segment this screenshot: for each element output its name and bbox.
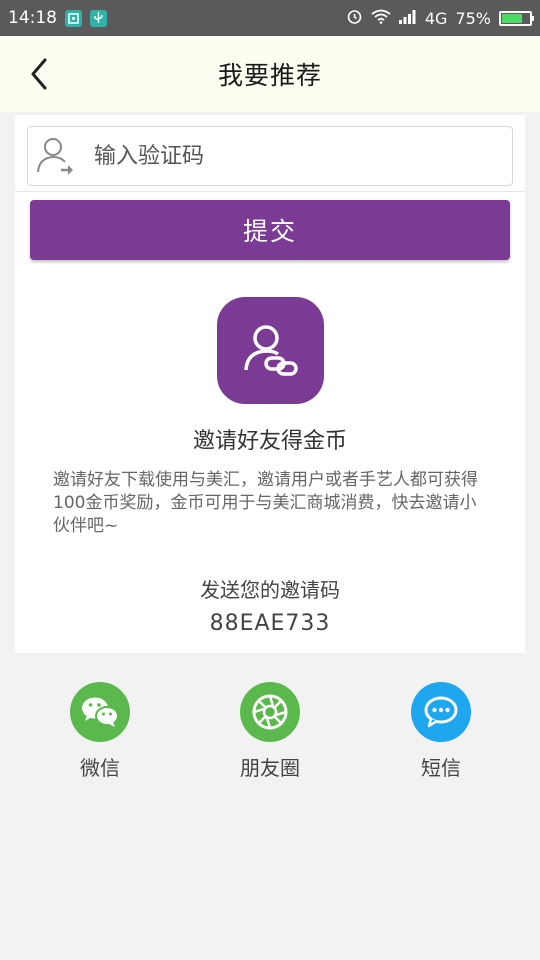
battery-percent: 75% bbox=[455, 8, 491, 28]
submit-button[interactable]: 提交 bbox=[30, 200, 510, 260]
share-sms[interactable]: 短信 bbox=[381, 682, 501, 781]
wifi-icon bbox=[371, 9, 391, 28]
network-type: 4G bbox=[424, 8, 448, 28]
usb-icon bbox=[90, 9, 107, 27]
send-code-label: 发送您的邀请码 bbox=[200, 578, 340, 602]
screenshot-icon bbox=[65, 9, 82, 27]
battery-level bbox=[502, 13, 523, 23]
back-button[interactable] bbox=[24, 56, 54, 92]
invite-badge bbox=[217, 297, 324, 404]
page-title: 我要推荐 bbox=[217, 61, 322, 90]
signal-icon bbox=[398, 9, 417, 28]
invite-card: 提交 邀请好友得金币 邀请好友下载使用与美汇，邀请用户或者手艺人都可获得100金… bbox=[15, 115, 525, 653]
header: 我要推荐 bbox=[0, 36, 540, 112]
verification-code-input[interactable] bbox=[92, 142, 472, 170]
invite-description: 邀请好友下载使用与美汇，邀请用户或者手艺人都可获得100金币奖励，金币可用于与美… bbox=[53, 470, 478, 536]
sms-icon bbox=[411, 682, 471, 742]
share-moments-label: 朋友圈 bbox=[240, 756, 300, 780]
divider bbox=[15, 191, 525, 192]
battery-icon bbox=[499, 10, 534, 26]
invite-code: 88EAE733 bbox=[209, 611, 331, 636]
status-time: 14:18 bbox=[8, 8, 57, 28]
alarm-icon bbox=[346, 8, 363, 29]
share-wechat[interactable]: 微信 bbox=[40, 682, 160, 781]
chevron-left-icon bbox=[31, 58, 47, 90]
user-link-icon bbox=[243, 324, 298, 376]
wechat-icon bbox=[70, 682, 130, 742]
share-wechat-label: 微信 bbox=[80, 756, 120, 780]
share-moments[interactable]: 朋友圈 bbox=[210, 682, 330, 781]
verification-code-field[interactable] bbox=[27, 126, 513, 186]
user-transfer-icon bbox=[37, 138, 73, 175]
share-sms-label: 短信 bbox=[421, 756, 461, 780]
status-bar: 14:18 4G 75% bbox=[0, 0, 540, 36]
invite-title: 邀请好友得金币 bbox=[192, 429, 347, 454]
moments-icon bbox=[240, 682, 300, 742]
